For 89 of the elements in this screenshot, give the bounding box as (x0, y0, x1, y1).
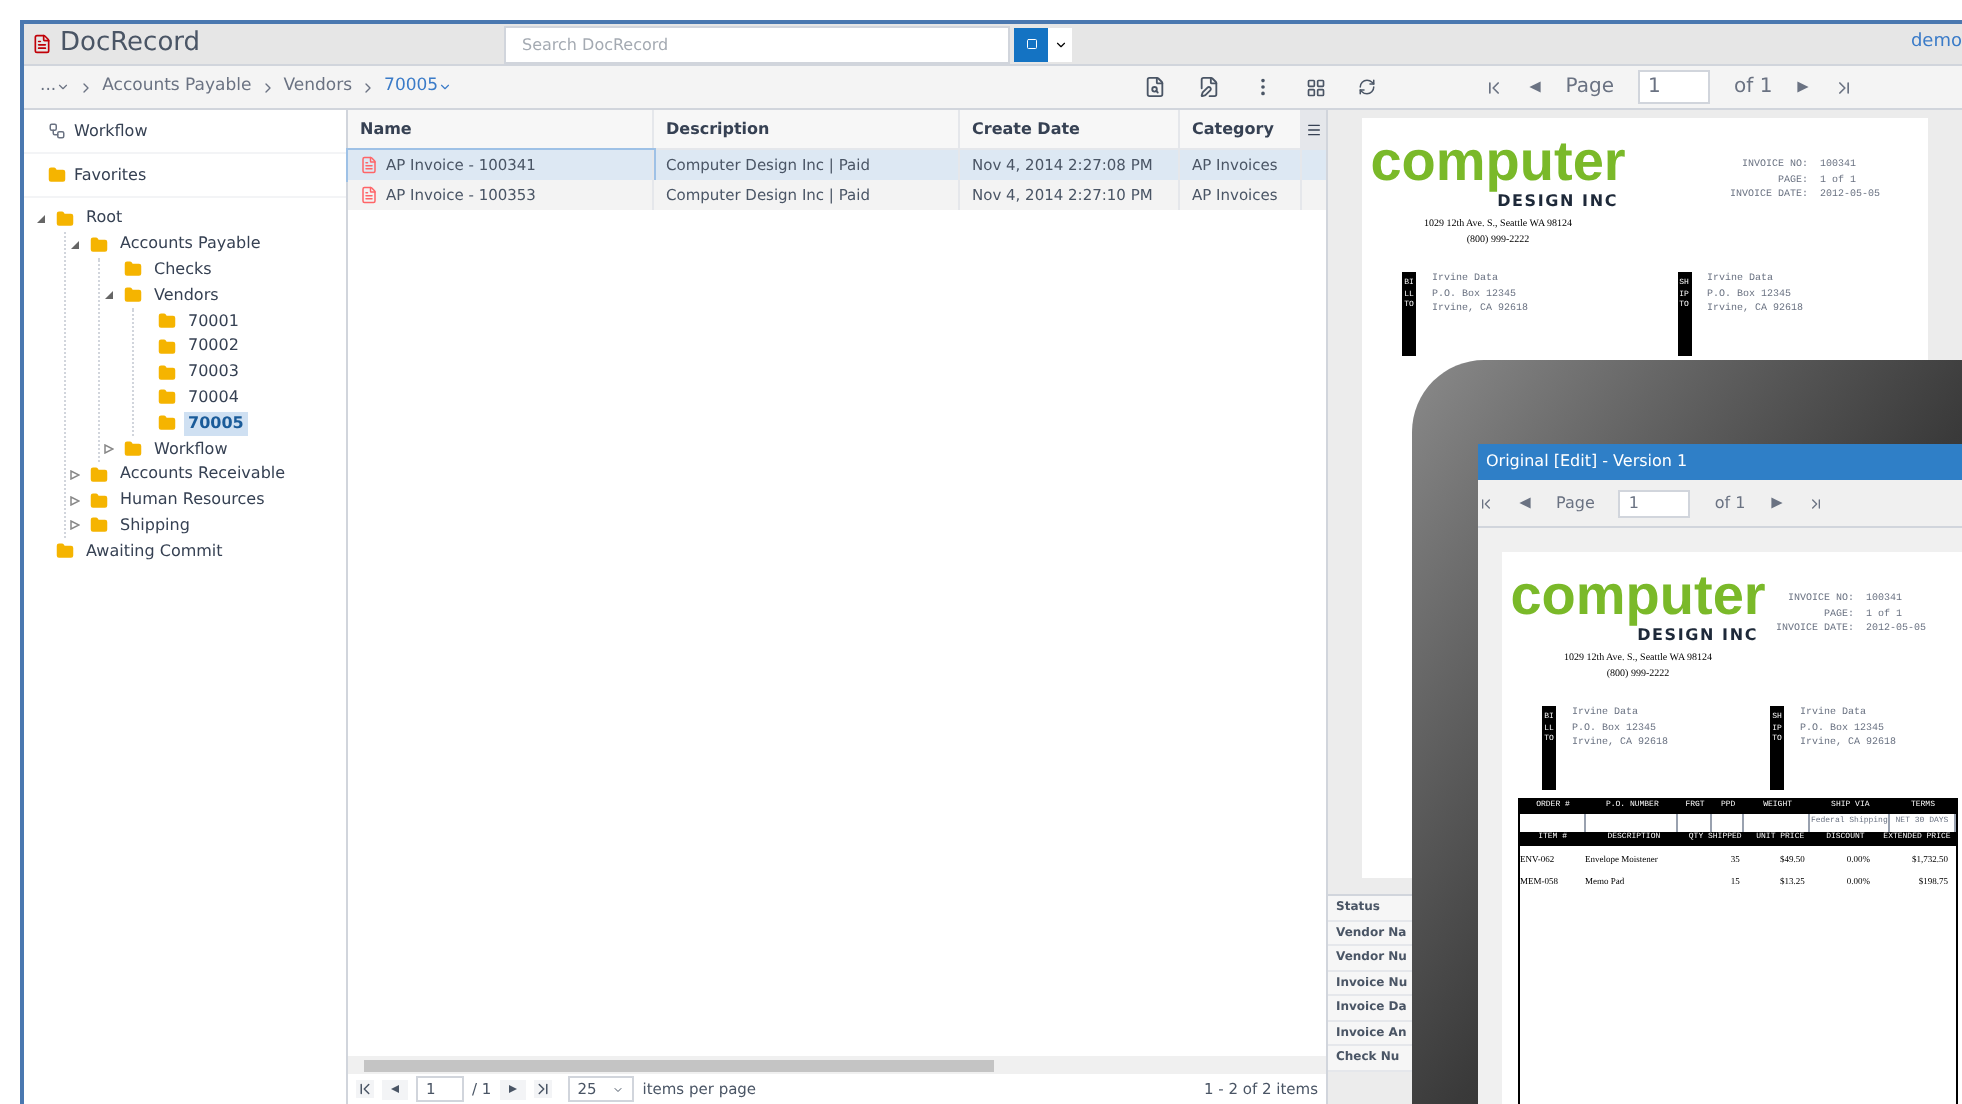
breadcrumb-item[interactable]: 70005 (384, 74, 453, 100)
column-menu-button[interactable] (1302, 110, 1326, 148)
tree-item[interactable]: Awaiting Commit (82, 539, 227, 564)
folder-icon (158, 337, 176, 356)
window-title: Original [Edit] - Version 1 (1478, 444, 1962, 480)
caret-icon (56, 80, 71, 94)
horizontal-scrollbar[interactable] (348, 1056, 1326, 1074)
sidebar-item[interactable]: Favorites (74, 163, 147, 187)
logo-wordmark: computer (1510, 568, 1766, 624)
column-header[interactable]: Description (654, 110, 960, 148)
next-page-button[interactable] (499, 1079, 526, 1099)
last-page-button[interactable] (533, 1080, 552, 1098)
user-link[interactable]: demo (1910, 30, 1962, 58)
folder-icon (56, 542, 74, 561)
workflow-icon (48, 122, 66, 140)
folder-icon (158, 414, 176, 433)
folder-icon (90, 235, 108, 254)
refresh-icon[interactable] (1358, 78, 1376, 96)
folder-icon (90, 516, 108, 535)
tree-item[interactable]: Accounts Payable (116, 232, 265, 257)
folder-icon (158, 363, 176, 382)
next-page-icon[interactable] (1796, 80, 1811, 94)
breadcrumb-item[interactable]: Accounts Payable (102, 74, 252, 100)
search-button[interactable] (1014, 27, 1048, 61)
tree-item[interactable]: 70001 (184, 309, 243, 334)
logo-subtitle: DESIGN INC (1497, 192, 1618, 214)
expanded-arrow-icon[interactable] (69, 239, 79, 250)
tree-item[interactable]: Workflow (150, 437, 232, 462)
page-field[interactable]: 1 (1618, 489, 1691, 517)
tree-item[interactable]: Root (82, 206, 127, 231)
expanded-arrow-icon[interactable] (35, 213, 45, 224)
tree-item[interactable]: 70004 (184, 385, 243, 410)
breadcrumb-item[interactable]: Vendors (283, 74, 353, 100)
page-count: of 1 (1734, 74, 1773, 102)
page-label: Page (1556, 491, 1595, 515)
first-page-icon[interactable] (1483, 77, 1504, 97)
logo-icon (32, 34, 52, 54)
tree-item[interactable]: Vendors (150, 283, 223, 308)
breadcrumb-item[interactable]: ... (40, 74, 71, 100)
collapsed-arrow-icon[interactable] (69, 469, 79, 480)
folder-icon (124, 286, 142, 305)
caret-icon (612, 1083, 625, 1095)
next-page-icon[interactable] (1769, 496, 1784, 510)
right-triangle-icon[interactable] (507, 1084, 518, 1094)
page-count: of 1 (1714, 491, 1746, 515)
folder-icon (90, 465, 108, 484)
document-search-icon[interactable] (1144, 76, 1166, 98)
column-header[interactable]: Create Date (960, 110, 1180, 148)
left-triangle-icon[interactable] (390, 1084, 400, 1094)
caret-icon (438, 80, 453, 94)
expanded-arrow-icon[interactable] (103, 290, 113, 301)
caret-icon (1053, 37, 1067, 51)
last-page-icon[interactable] (1834, 77, 1855, 97)
first-page-button[interactable] (356, 1080, 374, 1098)
folder-icon (158, 312, 176, 331)
collapsed-arrow-icon[interactable] (69, 495, 79, 506)
document-edit-icon[interactable] (1198, 76, 1220, 98)
menu-icon (1306, 121, 1322, 137)
previous-page-button[interactable] (382, 1079, 408, 1099)
grid-icon[interactable] (1306, 77, 1326, 97)
sidebar-item[interactable]: Workflow (74, 119, 148, 143)
folder-icon (158, 388, 176, 407)
search-field[interactable]: Search DocRecord (504, 25, 1010, 63)
folder-icon (90, 491, 108, 510)
column-header[interactable]: Name (348, 110, 654, 148)
folder-icon (56, 209, 74, 228)
tree-item[interactable]: Accounts Receivable (116, 462, 290, 487)
app-logo: DocRecord (60, 26, 201, 63)
first-page-icon[interactable] (1478, 495, 1494, 511)
tree-item[interactable]: 70002 (184, 334, 243, 359)
favorites-folder-icon (48, 166, 66, 184)
tree-item[interactable]: Shipping (116, 513, 194, 538)
folder-icon (124, 260, 142, 279)
page-label: Page (1565, 74, 1615, 102)
logo-wordmark: computer (1370, 134, 1626, 190)
previous-page-icon[interactable] (1527, 80, 1542, 94)
collapsed-arrow-icon[interactable] (69, 520, 79, 531)
pdf-file-icon (360, 156, 378, 174)
page-field[interactable]: 1 (1638, 70, 1711, 104)
previous-page-icon[interactable] (1518, 496, 1532, 510)
tree-item[interactable]: 70005 (184, 411, 248, 436)
logo-subtitle: DESIGN INC (1637, 626, 1758, 648)
tree-item[interactable]: 70003 (184, 360, 243, 385)
pdf-file-icon (360, 186, 378, 204)
collapsed-arrow-icon[interactable] (103, 444, 113, 455)
folder-icon (124, 440, 142, 459)
last-page-icon[interactable] (1807, 495, 1824, 511)
tree-item[interactable]: Human Resources (116, 488, 269, 513)
tree-item[interactable]: Checks (150, 257, 216, 282)
